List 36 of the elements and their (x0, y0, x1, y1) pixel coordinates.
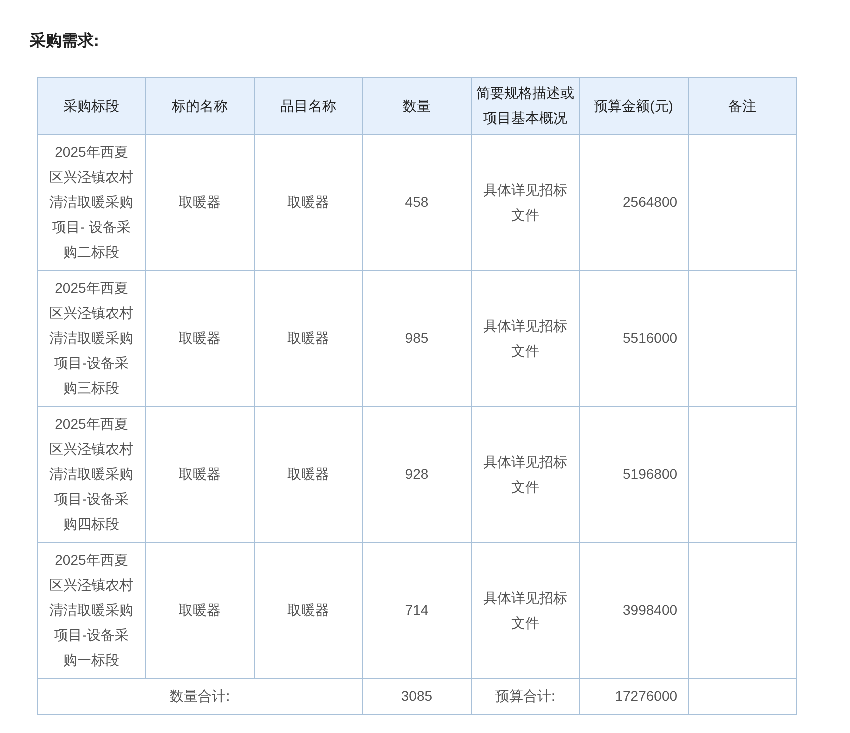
table-cell: 取暖器 (146, 542, 254, 678)
table-cell: 具体详见招标文件 (471, 134, 580, 270)
table-cell: 2025年西夏区兴泾镇农村清洁取暖采购项目-设备采购四标段 (38, 406, 146, 542)
table-cell: 3998400 (580, 542, 688, 678)
table-cell: 2025年西夏区兴泾镇农村清洁取暖采购项目- 设备采购二标段 (38, 134, 146, 270)
table-cell: 具体详见招标文件 (471, 270, 580, 406)
table-cell: 具体详见招标文件 (471, 406, 580, 542)
table-cell: 2564800 (580, 134, 688, 270)
table-cell: 预算合计: (471, 678, 580, 714)
table-cell: 5516000 (580, 270, 688, 406)
table-cell: 取暖器 (254, 270, 363, 406)
table-cell: 取暖器 (146, 406, 254, 542)
table-cell: 3085 (362, 678, 472, 714)
table-cell: 5196800 (580, 406, 688, 542)
column-header: 标的名称 (146, 78, 254, 134)
column-header: 品目名称 (254, 78, 363, 134)
table-cell: 928 (362, 406, 472, 542)
table-cell: 714 (362, 542, 472, 678)
column-header: 预算金额(元) (580, 78, 688, 134)
table-cell: 2025年西夏区兴泾镇农村清洁取暖采购项目-设备采购三标段 (38, 270, 146, 406)
table-cell: 取暖器 (254, 542, 363, 678)
table-cell: 取暖器 (254, 134, 363, 270)
table-cell: 具体详见招标文件 (471, 542, 580, 678)
table-cell: 458 (362, 134, 472, 270)
column-header: 数量 (362, 78, 472, 134)
table-cell: 取暖器 (254, 406, 363, 542)
table-cell: 17276000 (580, 678, 688, 714)
column-header: 备注 (688, 78, 796, 134)
table-cell: 数量合计: (38, 678, 363, 714)
table-cell: 2025年西夏区兴泾镇农村清洁取暖采购项目-设备采购一标段 (38, 542, 146, 678)
section-title: 采购需求: (30, 31, 100, 52)
column-header: 简要规格描述或项目基本概况 (471, 78, 580, 134)
table-cell: 取暖器 (146, 270, 254, 406)
table-cell: 985 (362, 270, 472, 406)
column-header: 采购标段 (38, 78, 146, 134)
table-cell: 取暖器 (146, 134, 254, 270)
